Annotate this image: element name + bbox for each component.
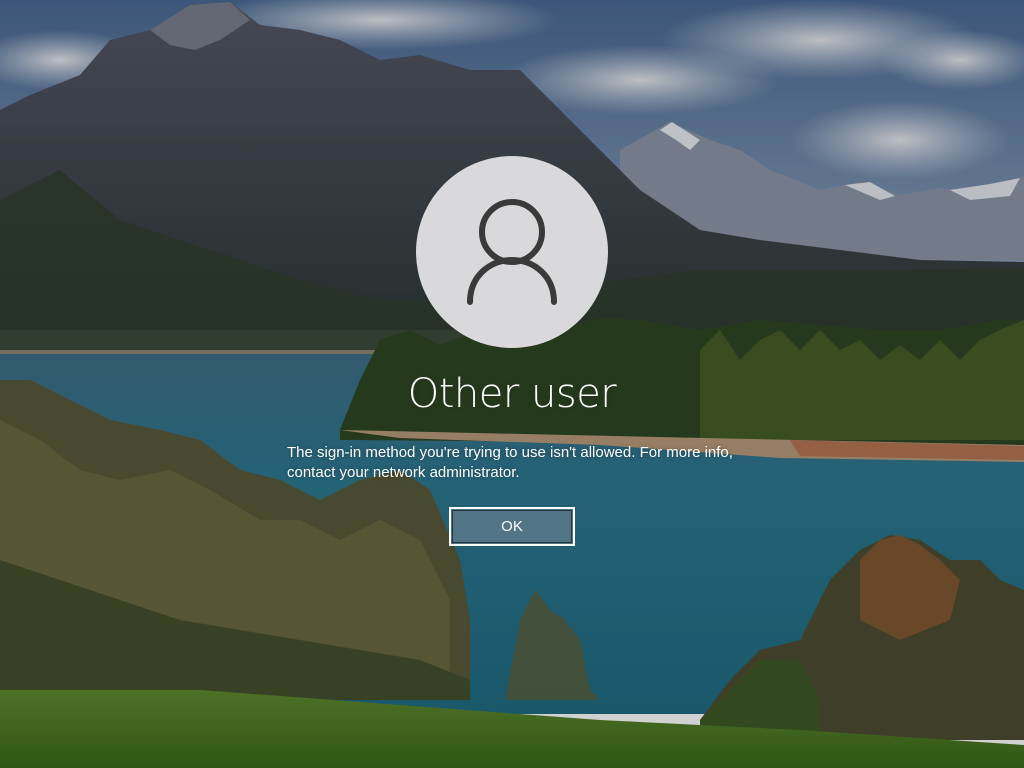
ok-button[interactable]: OK xyxy=(449,507,575,546)
user-name-heading: Other user xyxy=(407,371,617,417)
user-avatar xyxy=(416,156,608,348)
sign-in-error-message: The sign-in method you're trying to use … xyxy=(287,444,733,481)
user-silhouette-icon xyxy=(467,199,557,305)
ok-button-label: OK xyxy=(501,518,523,535)
lock-screen: Other user The sign-in method you're try… xyxy=(0,0,1024,768)
